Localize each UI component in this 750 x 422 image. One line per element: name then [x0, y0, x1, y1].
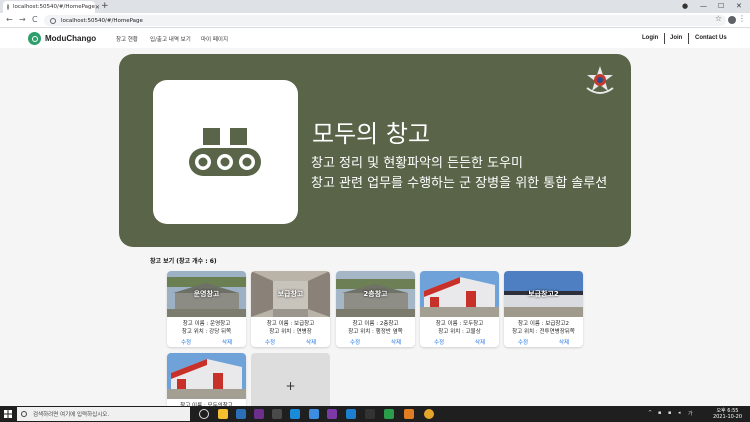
delete-button[interactable]: 삭제: [306, 338, 316, 346]
delete-button[interactable]: 삭제: [391, 338, 401, 346]
site-navbar: ModuChango 창고 현황 입/출고 내역 보기 마이 페이지 Login…: [0, 29, 750, 48]
military-emblem-icon: [586, 66, 614, 94]
warehouse-photo: [420, 271, 499, 317]
close-window-button[interactable]: ✕: [736, 1, 742, 12]
edit-button[interactable]: 수정: [350, 338, 360, 346]
warehouse-location: 창고 위치 : 강당 뒤쪽: [181, 329, 232, 335]
nav-link-my-page[interactable]: 마이 페이지: [201, 35, 228, 43]
edit-button[interactable]: 수정: [265, 338, 275, 346]
forward-button[interactable]: →: [19, 15, 26, 25]
warehouse-card[interactable]: 2층창고 창고 이름 : 2층창고 창고 위치 : 행정반 옆쪽 수정 삭제: [336, 271, 415, 347]
warehouse-card[interactable]: 보급창고 창고 이름 : 보급창고 창고 위치 : 연병장 수정 삭제: [251, 271, 330, 347]
app-icon[interactable]: [404, 409, 414, 419]
maximize-button[interactable]: ☐: [718, 1, 724, 12]
warehouse-name: 창고 이름 : 보급창고2: [517, 321, 570, 327]
brand-link[interactable]: ModuChango: [28, 32, 96, 45]
edge-icon[interactable]: [236, 409, 246, 419]
app-icon[interactable]: [272, 409, 282, 419]
search-icon: [21, 411, 27, 417]
hero-title: 모두의 창고: [312, 120, 431, 148]
tab-title: localhost:50540/#/HomePage: [13, 4, 95, 10]
edit-button[interactable]: 수정: [434, 338, 444, 346]
tab-close-icon[interactable]: ✕: [95, 4, 100, 11]
warehouse-name: 창고 이름 : 2층창고: [352, 321, 399, 327]
windows-start-icon[interactable]: [4, 410, 12, 418]
taskbar-search-box[interactable]: 검색하려면 여기에 입력하십시오.: [17, 407, 190, 421]
clock-date: 2021-10-20: [712, 414, 742, 420]
edit-button[interactable]: 수정: [181, 338, 191, 346]
warehouse-section-title: 창고 보기 (창고 개수 : 6): [150, 258, 217, 265]
warehouse-name: 창고 이름 : 모두창고: [435, 321, 484, 327]
warehouse-photo: [167, 353, 246, 399]
browser-tab[interactable]: localhost:50540/#/HomePage ✕: [3, 1, 100, 13]
taskbar-clock[interactable]: 오후 6:55 2021-10-20: [713, 408, 742, 420]
vscode-icon[interactable]: [346, 409, 356, 419]
new-tab-button[interactable]: +: [101, 1, 109, 12]
hero-banner: 모두의 창고 창고 정리 및 현황파악의 든든한 도우미 창고 관련 업무를 수…: [119, 54, 631, 247]
brand-logo-icon: [28, 32, 41, 45]
app-icon[interactable]: [327, 409, 337, 419]
back-button[interactable]: ←: [6, 15, 13, 25]
file-explorer-icon[interactable]: [218, 409, 228, 419]
edit-button[interactable]: 수정: [518, 338, 528, 346]
warehouse-card[interactable]: 운영창고 창고 이름 : 운영창고 창고 위치 : 강당 뒤쪽 수정 삭제: [167, 271, 246, 347]
delete-button[interactable]: 삭제: [222, 338, 232, 346]
address-bar[interactable]: localhost:50540/#/HomePage: [44, 15, 726, 26]
nav-divider: [688, 33, 689, 44]
delete-button[interactable]: 삭제: [559, 338, 569, 346]
warehouse-card[interactable]: 창고 이름 : 모두창고 창고 위치 : 고물상 수정 삭제: [420, 271, 499, 347]
task-view-icon[interactable]: [199, 409, 209, 419]
hero-icon-card: [153, 80, 298, 224]
join-link[interactable]: Join: [670, 35, 682, 41]
browser-toolbar: ← → C localhost:50540/#/HomePage ☆ ⋮: [0, 13, 750, 28]
taskbar-search-placeholder[interactable]: 검색하려면 여기에 입력하십시오.: [33, 410, 109, 418]
browser-account-icon[interactable]: ●: [682, 1, 688, 12]
brand-name: ModuChango: [45, 34, 97, 43]
warehouse-location: 창고 위치 : 고물상: [438, 329, 481, 335]
volume-icon[interactable]: ◂: [678, 410, 681, 416]
ime-icon[interactable]: 가: [688, 410, 693, 417]
nav-link-inout-history[interactable]: 입/출고 내역 보기: [150, 35, 191, 43]
browser-menu-icon[interactable]: ⋮: [738, 14, 746, 23]
conveyor-belt-icon: [189, 128, 261, 176]
chrome-icon[interactable]: [424, 409, 434, 419]
bookmark-star-icon[interactable]: ☆: [715, 14, 722, 23]
reload-button[interactable]: C: [32, 15, 38, 25]
app-icon[interactable]: [384, 409, 394, 419]
app-icon[interactable]: [254, 409, 264, 419]
minimize-button[interactable]: —: [700, 1, 707, 12]
warehouse-location: 창고 위치 : 연병장: [269, 329, 312, 335]
tray-icon[interactable]: ▪: [658, 410, 661, 416]
app-icon[interactable]: [365, 409, 375, 419]
photo-label: 2층창고: [363, 290, 388, 298]
photo-label: 보급창고2: [528, 290, 559, 298]
globe-icon: [7, 4, 9, 10]
browser-tab-strip: localhost:50540/#/HomePage ✕ + ● — ☐ ✕: [0, 0, 750, 13]
delete-button[interactable]: 삭제: [475, 338, 485, 346]
warehouse-name: 창고 이름 : 운영창고: [182, 321, 231, 327]
nav-divider: [664, 33, 665, 44]
add-warehouse-button[interactable]: +: [251, 379, 330, 393]
tray-chevron-icon[interactable]: ^: [648, 410, 652, 416]
tray-icon[interactable]: ▪: [668, 410, 671, 416]
nav-link-warehouse-status[interactable]: 창고 현황: [116, 35, 138, 43]
app-icon[interactable]: [309, 409, 319, 419]
url-text[interactable]: localhost:50540/#/HomePage: [61, 18, 143, 24]
login-link[interactable]: Login: [642, 35, 658, 41]
profile-avatar[interactable]: [728, 16, 736, 24]
warehouse-location: 창고 위치 : 전투연병장뒤쪽: [512, 329, 575, 335]
hero-subtitle-1: 창고 정리 및 현황파악의 든든한 도우미: [311, 156, 524, 171]
photo-label: 운영창고: [193, 290, 220, 298]
photo-label: 보급창고: [277, 290, 304, 298]
hero-subtitle-2: 창고 관련 업무를 수행하는 군 장병을 위한 통합 솔루션: [311, 176, 608, 191]
warehouse-location: 창고 위치 : 행정반 옆쪽: [348, 329, 403, 335]
warehouse-card[interactable]: 보급창고2 창고 이름 : 보급창고2 창고 위치 : 전투연병장뒤쪽 수정 삭…: [504, 271, 583, 347]
windows-taskbar: 검색하려면 여기에 입력하십시오. ^ ▪ ▪ ◂ 가 오후 6:55 2021…: [0, 406, 750, 422]
store-icon[interactable]: [290, 409, 300, 419]
site-info-icon[interactable]: [50, 17, 56, 24]
contact-link[interactable]: Contact Us: [695, 35, 727, 41]
warehouse-name: 창고 이름 : 보급창고: [266, 321, 315, 327]
